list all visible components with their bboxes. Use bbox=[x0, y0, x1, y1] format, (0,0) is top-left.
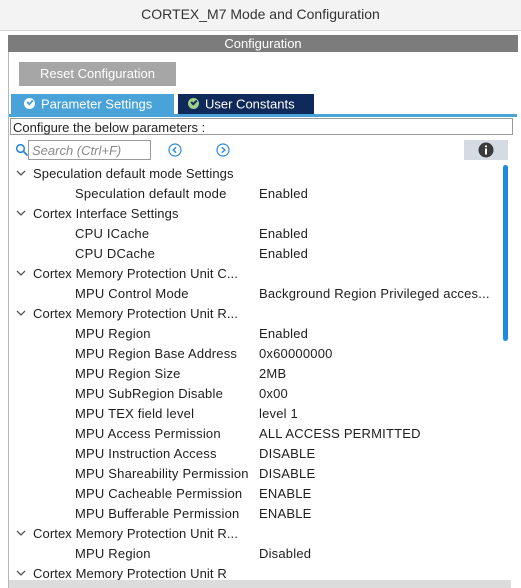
parameter-name: MPU Region bbox=[75, 546, 151, 561]
parameter-name: MPU Region bbox=[75, 326, 151, 341]
chevron-down-icon[interactable] bbox=[16, 308, 26, 318]
parameter-row[interactable]: MPU Instruction Access DISABLE bbox=[10, 444, 500, 464]
parameter-name: CPU DCache bbox=[75, 246, 156, 261]
parameter-row[interactable]: MPU Access Permission ALL ACCESS PERMITTE… bbox=[10, 424, 500, 444]
group-row[interactable]: Cortex Interface Settings bbox=[10, 204, 500, 224]
parameter-name: MPU Control Mode bbox=[75, 286, 189, 301]
parameter-name: Speculation default mode bbox=[75, 186, 227, 201]
group-row[interactable]: Cortex Memory Protection Unit R... bbox=[10, 524, 500, 544]
parameter-value[interactable]: Enabled bbox=[259, 224, 499, 244]
parameter-name: MPU Instruction Access bbox=[75, 446, 217, 461]
parameter-value[interactable]: 0x00 bbox=[259, 384, 499, 404]
tab-parameter-settings[interactable]: Parameter Settings bbox=[11, 94, 174, 114]
chevron-down-icon[interactable] bbox=[16, 568, 26, 578]
tab-label: Parameter Settings bbox=[41, 96, 153, 112]
parameter-row[interactable]: CPU ICache Enabled bbox=[10, 224, 500, 244]
parameter-value[interactable]: ALL ACCESS PERMITTED bbox=[259, 424, 499, 444]
parameter-row[interactable]: CPU DCache Enabled bbox=[10, 244, 500, 264]
group-label: Cortex Interface Settings bbox=[33, 206, 179, 221]
group-label: Speculation default mode Settings bbox=[33, 166, 234, 181]
parameter-name: MPU Bufferable Permission bbox=[75, 506, 240, 521]
configuration-header: Configuration bbox=[8, 35, 518, 52]
parameter-value[interactable]: ENABLE bbox=[259, 484, 499, 504]
group-row[interactable]: Cortex Memory Protection Unit C... bbox=[10, 264, 500, 284]
tab-strip: Parameter Settings User Constants bbox=[9, 94, 517, 117]
parameter-name: MPU Region Size bbox=[75, 366, 181, 381]
parameter-row[interactable]: MPU Region Enabled bbox=[10, 324, 500, 344]
info-button[interactable] bbox=[464, 140, 508, 160]
group-label: Cortex Memory Protection Unit C... bbox=[33, 266, 238, 281]
parameter-row[interactable]: MPU Region Base Address 0x60000000 bbox=[10, 344, 500, 364]
parameter-value[interactable]: Background Region Privileged acces... bbox=[259, 284, 499, 304]
parameter-value[interactable]: 2MB bbox=[259, 364, 499, 384]
configure-instructions: Configure the below parameters : bbox=[10, 118, 513, 135]
arrow-left-circle-icon[interactable] bbox=[168, 143, 182, 157]
parameter-row[interactable]: MPU SubRegion Disable 0x00 bbox=[10, 384, 500, 404]
parameter-name: CPU ICache bbox=[75, 226, 150, 241]
vertical-scrollbar[interactable] bbox=[503, 165, 508, 341]
parameter-name: MPU Access Permission bbox=[75, 426, 221, 441]
parameter-value[interactable]: Enabled bbox=[259, 244, 499, 264]
parameter-name: MPU TEX field level bbox=[75, 406, 195, 421]
horizontal-scrollbar-track[interactable] bbox=[9, 580, 511, 588]
info-icon bbox=[478, 142, 494, 158]
parameter-row[interactable]: MPU TEX field level level 1 bbox=[10, 404, 500, 424]
group-row[interactable]: Cortex Memory Protection Unit R... bbox=[10, 304, 500, 324]
reset-configuration-button[interactable]: Reset Configuration bbox=[19, 62, 176, 86]
group-row[interactable]: Speculation default mode Settings bbox=[10, 164, 500, 184]
parameter-name: MPU SubRegion Disable bbox=[75, 386, 223, 401]
parameter-row[interactable]: MPU Control Mode Background Region Privil… bbox=[10, 284, 500, 304]
parameter-value[interactable]: Enabled bbox=[259, 324, 499, 344]
search-input[interactable] bbox=[28, 140, 151, 160]
check-circle-icon bbox=[24, 98, 35, 109]
chevron-down-icon[interactable] bbox=[16, 168, 26, 178]
parameter-value[interactable]: Enabled bbox=[259, 184, 499, 204]
parameter-row[interactable]: MPU Shareability Permission DISABLE bbox=[10, 464, 500, 484]
parameter-row[interactable]: MPU Region Size 2MB bbox=[10, 364, 500, 384]
tab-label: User Constants bbox=[205, 96, 295, 112]
chevron-down-icon[interactable] bbox=[16, 268, 26, 278]
chevron-down-icon[interactable] bbox=[16, 528, 26, 538]
parameter-row[interactable]: MPU Cacheable Permission ENABLE bbox=[10, 484, 500, 504]
parameter-value[interactable]: level 1 bbox=[259, 404, 499, 424]
check-circle-icon bbox=[188, 98, 199, 109]
parameter-row[interactable]: Speculation default mode Enabled bbox=[10, 184, 500, 204]
parameter-name: MPU Cacheable Permission bbox=[75, 486, 243, 501]
group-label: Cortex Memory Protection Unit R... bbox=[33, 306, 238, 321]
parameter-value[interactable]: Disabled bbox=[259, 544, 499, 564]
search-icon bbox=[15, 143, 28, 156]
parameter-row[interactable]: MPU Bufferable Permission ENABLE bbox=[10, 504, 500, 524]
chevron-down-icon[interactable] bbox=[16, 208, 26, 218]
parameter-value[interactable]: 0x60000000 bbox=[259, 344, 499, 364]
tab-user-constants[interactable]: User Constants bbox=[178, 94, 314, 114]
parameter-value[interactable]: DISABLE bbox=[259, 444, 499, 464]
window-title: CORTEX_M7 Mode and Configuration bbox=[0, 0, 521, 31]
parameter-name: MPU Region Base Address bbox=[75, 346, 238, 361]
parameter-value[interactable]: DISABLE bbox=[259, 464, 499, 484]
parameter-name: MPU Shareability Permission bbox=[75, 466, 249, 481]
arrow-right-circle-icon[interactable] bbox=[216, 143, 230, 157]
parameter-value[interactable]: ENABLE bbox=[259, 504, 499, 524]
group-label: Cortex Memory Protection Unit R... bbox=[33, 526, 238, 541]
parameter-row[interactable]: MPU Region Disabled bbox=[10, 544, 500, 564]
